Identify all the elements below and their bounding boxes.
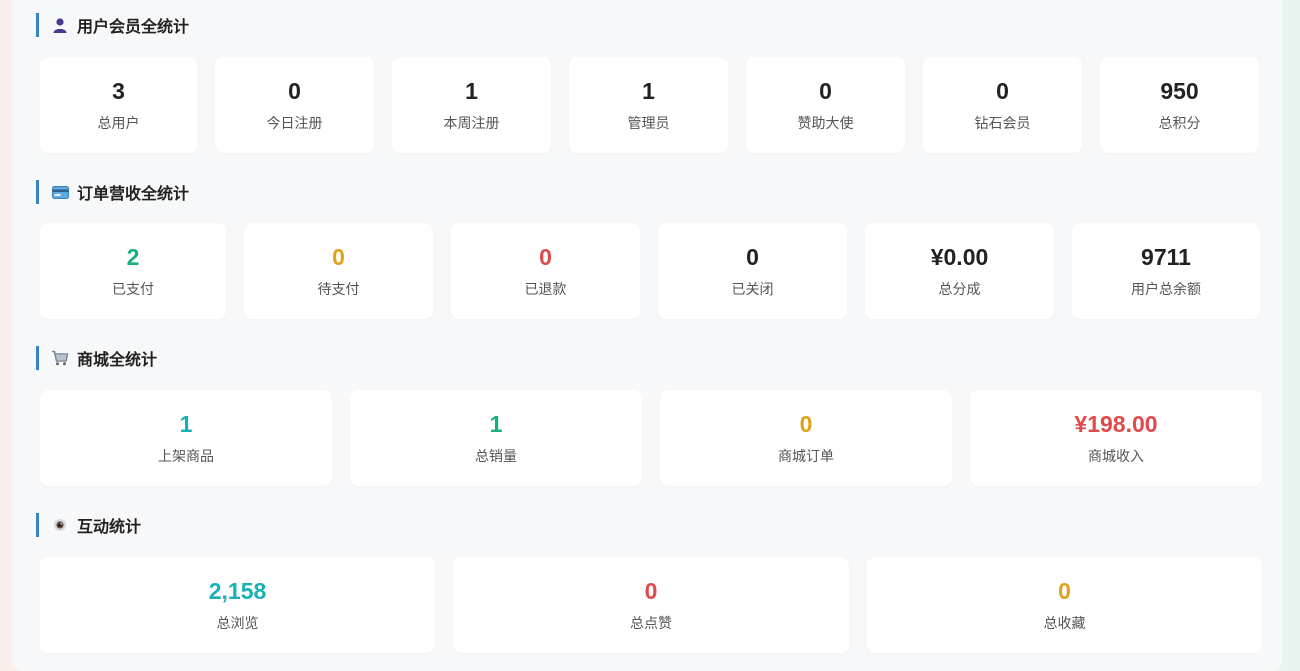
stat-card-user-balance: 9711 用户总余额	[1072, 223, 1260, 319]
stat-value: 3	[112, 78, 125, 104]
stat-card-week-registrations: 1 本周注册	[392, 57, 551, 153]
stat-card-shop-orders: 0 商城订单	[660, 390, 952, 486]
section-title-text: 订单营收全统计	[77, 186, 190, 203]
stat-label: 已支付	[112, 281, 154, 297]
stat-card-diamond-members: 0 钻石会员	[923, 57, 1082, 153]
stat-card-total-sales: 1 总销量	[350, 390, 642, 486]
interaction-row: 2,158 总浏览 0 总点赞 0 总收藏	[40, 557, 1262, 653]
stat-value: 1	[642, 78, 655, 104]
stat-value: 0	[819, 78, 832, 104]
stat-value: 0	[799, 411, 813, 437]
stat-value: ¥198.00	[1074, 411, 1158, 437]
stat-card-today-registrations: 0 今日注册	[215, 57, 374, 153]
stat-label: 总收藏	[1043, 615, 1086, 631]
stat-label: 总用户	[97, 115, 140, 131]
stat-label: 今日注册	[266, 115, 323, 131]
stat-value: 1	[179, 411, 193, 437]
stat-label: 商城订单	[778, 448, 834, 464]
stat-card-total-points: 950 总积分	[1100, 57, 1259, 153]
eye-icon	[51, 516, 69, 534]
stat-label: 管理员	[627, 115, 670, 131]
stat-value: 1	[465, 78, 478, 104]
stat-card-admins: 1 管理员	[569, 57, 728, 153]
stat-label: 总积分	[1158, 115, 1201, 131]
members-row: 3 总用户 0 今日注册 1 本周注册 1 管理员 0 赞助大使 0 钻石会员 950 总积分	[40, 57, 1259, 153]
user-icon	[51, 16, 69, 34]
stat-card-pending: 0 待支付	[244, 223, 433, 319]
stat-label: 赞助大使	[797, 115, 854, 131]
stat-label: 本周注册	[443, 115, 500, 131]
stat-value: 0	[1058, 578, 1071, 604]
stat-card-closed: 0 已关闭	[658, 223, 847, 319]
stat-label: 用户总余额	[1131, 281, 1201, 297]
stats-panel: 用户会员全统计 3 总用户 0 今日注册 1 本周注册 1 管理员 0 赞助大使 0 钻石会…	[12, 0, 1282, 671]
stat-card-shop-revenue: ¥198.00 商城收入	[970, 390, 1262, 486]
stat-value: 0	[644, 578, 658, 604]
stat-card-total-users: 3 总用户	[40, 57, 197, 153]
stat-value: 0	[746, 244, 759, 270]
section-title-text: 商城全统计	[77, 352, 158, 369]
section-title-shop: 商城全统计	[36, 346, 157, 370]
stat-value: 2,158	[208, 578, 267, 604]
stat-value: 0	[332, 244, 345, 270]
stat-label: 上架商品	[158, 448, 214, 464]
stat-value: 0	[996, 78, 1009, 104]
shopping-cart-icon	[51, 349, 69, 367]
stat-label: 待支付	[317, 281, 360, 297]
stat-value: 0	[288, 78, 301, 104]
stat-label: 已关闭	[731, 281, 774, 297]
stat-card-total-views: 2,158 总浏览	[40, 557, 435, 653]
stat-label: 总点赞	[630, 615, 672, 631]
stat-card-sponsors: 0 赞助大使	[746, 57, 905, 153]
section-title-orders: 订单营收全统计	[36, 180, 189, 204]
stat-card-total-favorites: 0 总收藏	[867, 557, 1262, 653]
stat-label: 商城收入	[1088, 448, 1144, 464]
orders-row: 2 已支付 0 待支付 0 已退款 0 已关闭 ¥0.00 总分成 9711 用户总余额	[40, 223, 1260, 319]
stat-value: 950	[1160, 78, 1199, 104]
credit-card-icon	[51, 183, 69, 201]
stat-card-paid: 2 已支付	[40, 223, 226, 319]
stat-label: 总分成	[938, 281, 981, 297]
stat-label: 钻石会员	[974, 115, 1031, 131]
shop-row: 1 上架商品 1 总销量 0 商城订单 ¥198.00 商城收入	[40, 390, 1262, 486]
stat-value: 9711	[1141, 244, 1191, 270]
stat-card-total-likes: 0 总点赞	[453, 557, 849, 653]
stat-label: 总浏览	[216, 615, 259, 631]
stat-label: 总销量	[475, 448, 517, 464]
stat-value: ¥0.00	[930, 244, 989, 270]
stat-value: 2	[126, 244, 140, 270]
section-title-text: 互动统计	[77, 519, 142, 536]
section-title-text: 用户会员全统计	[77, 19, 190, 36]
section-title-interaction: 互动统计	[36, 513, 141, 537]
stat-value: 0	[539, 244, 552, 270]
stat-label: 已退款	[524, 281, 567, 297]
stat-card-listed-products: 1 上架商品	[40, 390, 332, 486]
stat-value: 1	[489, 411, 503, 437]
stat-card-total-commission: ¥0.00 总分成	[865, 223, 1054, 319]
stat-card-refunded: 0 已退款	[451, 223, 640, 319]
section-title-members: 用户会员全统计	[36, 13, 189, 37]
